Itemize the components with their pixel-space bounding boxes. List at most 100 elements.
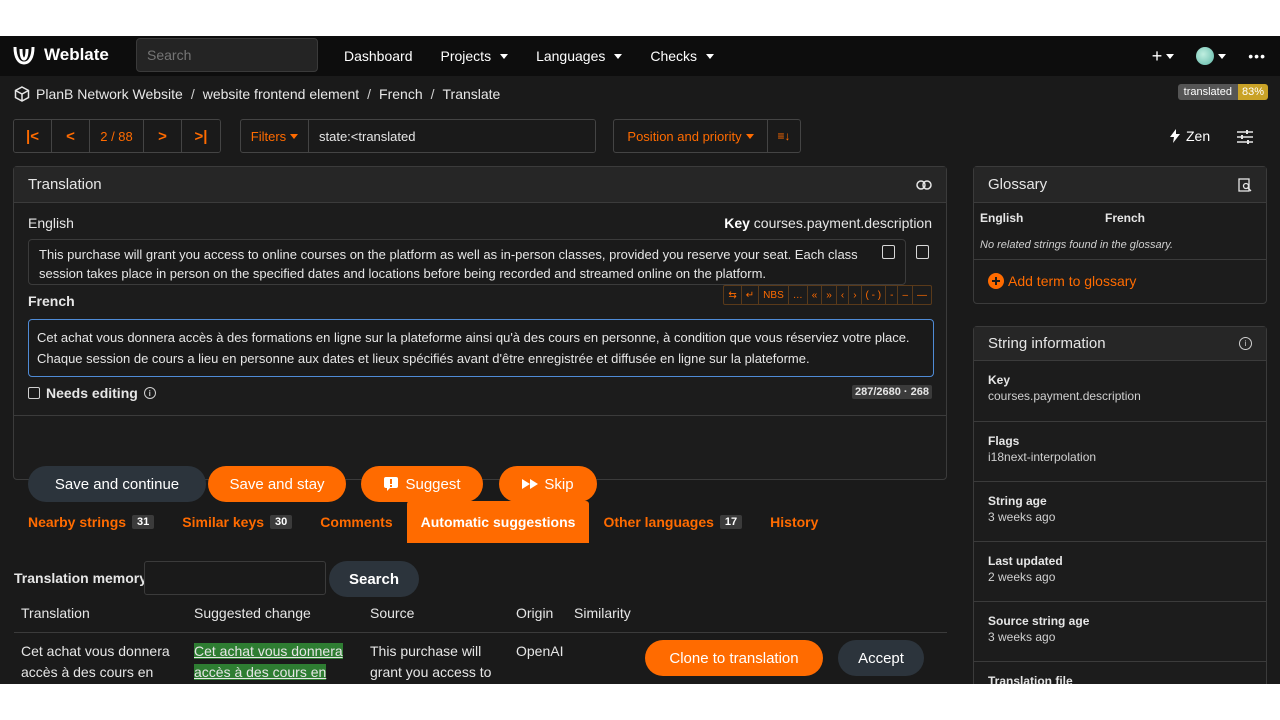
copy-source-icon[interactable] [882,245,895,259]
tab-similar-keys[interactable]: Similar keys 30 [168,501,306,543]
search-input[interactable] [136,38,318,72]
save-and-stay-button[interactable]: Save and stay [208,466,346,502]
sliders-icon[interactable] [1236,129,1254,145]
tab-label: History [770,514,819,530]
plus-icon: + [1151,45,1163,66]
column-header-suggested: Suggested change [194,605,311,621]
link-icon[interactable] [916,179,932,190]
filter-group: Filters state:<translated [240,119,596,153]
special-char-button[interactable]: NBS [759,286,789,304]
divider [974,259,1266,260]
accept-button[interactable]: Accept [838,640,924,676]
info-icon[interactable]: i [143,387,156,399]
divider [14,415,946,416]
needs-editing-toggle[interactable]: Needs editing i [28,385,156,401]
user-menu-button[interactable] [1196,47,1227,65]
special-char-button[interactable]: - [886,286,899,304]
translated-progress-badge: translated 83% [1177,84,1268,100]
weblate-logo-icon [13,46,35,65]
tab-label: Similar keys [182,514,265,530]
special-char-button[interactable]: – [898,286,913,304]
tab-automatic-suggestions[interactable]: Automatic suggestions [406,501,590,543]
breadcrumb-language[interactable]: French [379,86,423,102]
add-term-button[interactable]: Add term to glossary [988,273,1136,289]
column-header-origin: Origin [516,605,554,621]
glossary-header: Glossary [974,167,1266,203]
more-menu-button[interactable]: ••• [1248,48,1266,64]
special-char-button[interactable]: › [849,286,862,304]
needs-editing-checkbox[interactable] [28,387,40,399]
string-pager: |< < 2 / 88 > >| [13,119,221,153]
breadcrumb-project[interactable]: PlanB Network Website [36,86,183,102]
translation-memory-input[interactable] [144,561,326,595]
memory-search-button[interactable]: Search [329,561,419,597]
special-char-button[interactable]: » [822,286,837,304]
filters-dropdown[interactable]: Filters [241,120,309,152]
translation-panel: Translation English Key courses.payment.… [13,166,947,502]
character-counter: 287/2680 · 268 [851,385,932,399]
nav-checks-label: Checks [650,48,698,64]
suggest-icon [384,477,399,491]
special-char-button[interactable]: ⇆ [724,286,742,304]
navbar: Weblate Dashboard Projects Languages Che… [0,36,1280,76]
special-characters-toolbar: ⇆ ↵ NBS … « » ‹ › ( - ) - – — [723,285,932,305]
first-string-button[interactable]: |< [14,120,52,152]
source-language-label: English [28,215,74,231]
tab-history[interactable]: History [756,501,832,543]
clone-source-icon[interactable] [916,245,929,259]
special-char-button[interactable]: ↵ [742,286,760,304]
next-string-button[interactable]: > [144,120,182,152]
tab-nearby-strings[interactable]: Nearby strings 31 [14,501,168,543]
nav-languages[interactable]: Languages [522,48,636,64]
previous-string-button[interactable]: < [52,120,90,152]
string-info-label: Last updated [988,554,1063,568]
glossary-search-icon[interactable] [1238,177,1252,192]
special-char-button[interactable]: … [789,286,808,304]
clone-to-translation-button[interactable]: Clone to translation [645,640,823,676]
special-char-button[interactable]: « [808,286,823,304]
nav-projects[interactable]: Projects [427,48,523,64]
suggestion-source-cell: This purchase will grant you access to [370,643,492,680]
breadcrumb-component[interactable]: website frontend element [203,86,359,102]
string-info-row: Last updated 2 weeks ago [974,541,1266,584]
suggest-button[interactable]: Suggest [361,466,483,502]
sort-dropdown[interactable]: Position and priority [614,120,768,152]
string-info-value: 3 weeks ago [988,510,1056,524]
breadcrumb-separator: / [367,86,372,102]
skip-button[interactable]: Skip [499,466,597,502]
special-char-button[interactable]: ( - ) [862,286,887,304]
nav-checks[interactable]: Checks [636,48,728,64]
translation-textarea[interactable]: Cet achat vous donnera accès à des forma… [28,319,934,377]
suggestion-origin-cell: OpenAI [516,643,564,659]
breadcrumb: PlanB Network Website / website frontend… [14,84,500,104]
brand[interactable]: Weblate [12,44,109,66]
last-string-button[interactable]: >| [182,120,220,152]
chevron-right-icon: > [158,127,167,145]
save-and-continue-button[interactable]: Save and continue [28,466,206,502]
nav-projects-label: Projects [440,48,492,64]
tab-label: Automatic suggestions [420,514,576,530]
glossary-panel: Glossary English French No related strin… [973,166,1267,304]
string-info-row: Flags i18next-interpolation [974,421,1266,464]
sort-icon: ≡↓ [777,129,791,143]
filter-query-input[interactable]: state:<translated [309,120,595,152]
string-info-header: String information i [974,327,1266,361]
info-icon[interactable]: i [1239,337,1252,350]
zen-mode-button[interactable]: Zen [1170,128,1210,144]
add-term-label: Add term to glossary [1008,273,1137,289]
special-char-button[interactable]: ‹ [837,286,850,304]
plus-circle-icon [988,273,1004,289]
sort-direction-button[interactable]: ≡↓ [768,120,800,152]
caret-down-icon [290,133,299,139]
add-menu-button[interactable]: + [1152,46,1175,67]
brand-name: Weblate [44,45,109,64]
nav-dashboard[interactable]: Dashboard [330,48,427,64]
tab-comments[interactable]: Comments [306,501,406,543]
nav-links: Dashboard Projects Languages Checks [330,36,728,76]
translation-memory-label: Translation memory [14,570,148,586]
suggestion-diff-cell: Cet achat vous donnera accès à des cours… [194,641,352,684]
special-char-button[interactable]: — [913,286,931,304]
tab-other-languages[interactable]: Other languages 17 [589,501,756,543]
glossary-title: Glossary [988,176,1048,193]
zen-label: Zen [1186,128,1211,144]
